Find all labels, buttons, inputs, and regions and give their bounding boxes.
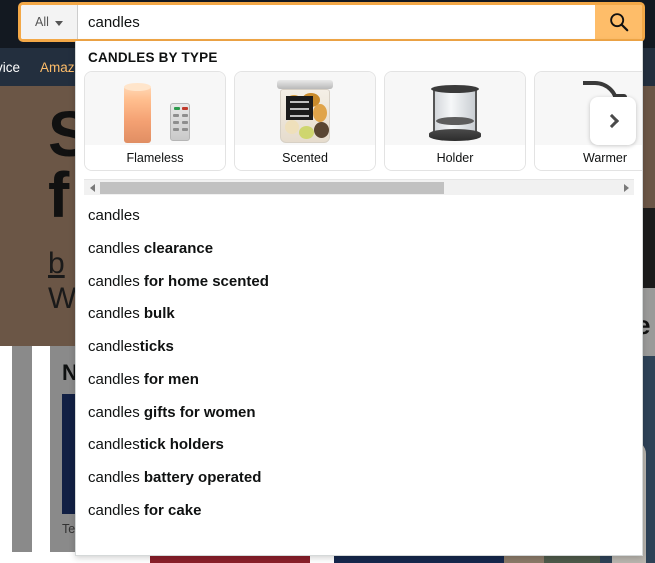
suggestions-section-heading: CANDLES BY TYPE — [88, 50, 218, 65]
suggestion-completion: clearance — [143, 239, 214, 257]
suggestion-prefix: candles — [88, 501, 144, 519]
suggestion-item-5[interactable]: candles for men — [76, 364, 642, 397]
suggestion-prefix: candles — [88, 207, 140, 224]
type-carousel-wrapper: Flameless Scented Holder Warmer — [76, 71, 642, 171]
suggestion-item-6[interactable]: candles gifts for women — [76, 397, 642, 430]
suggestion-item-0[interactable]: candles — [76, 200, 642, 233]
suggestion-completion: tick holders — [139, 436, 224, 454]
suggestion-prefix: candles — [88, 239, 144, 257]
triangle-left-icon[interactable] — [84, 180, 100, 196]
hero-subheading: bW — [48, 246, 76, 317]
search-bar: All — [18, 2, 645, 42]
suggestion-prefix: candles — [88, 436, 140, 454]
background-card-1[interactable] — [12, 346, 32, 563]
suggestion-completion: gifts for women — [143, 403, 256, 421]
scrollbar-track[interactable] — [100, 180, 618, 196]
hero-sub-line1: b — [48, 247, 65, 280]
triangle-right-icon[interactable] — [618, 180, 634, 196]
type-card-label: Warmer — [535, 145, 642, 170]
type-card-label: Scented — [235, 145, 375, 170]
suggestion-completion: for men — [143, 370, 199, 388]
type-carousel: Flameless Scented Holder Warmer — [84, 71, 642, 171]
search-category-dropdown[interactable]: All — [21, 5, 78, 39]
suggestion-completion: bulk — [143, 305, 175, 323]
chevron-right-icon — [604, 113, 619, 129]
scrollbar-thumb[interactable] — [100, 181, 445, 194]
flameless-candle-icon — [85, 72, 225, 145]
suggestion-item-3[interactable]: candles bulk — [76, 298, 642, 331]
type-card-label: Flameless — [85, 145, 225, 170]
suggestion-item-8[interactable]: candles battery operated — [76, 462, 642, 495]
suggestion-completion: for cake — [143, 501, 202, 519]
suggestion-prefix: candles — [88, 305, 144, 323]
suggestion-item-4[interactable]: candlesticks — [76, 331, 642, 364]
type-card-label: Holder — [385, 145, 525, 170]
nav-item-customer-service[interactable]: vice — [0, 56, 30, 79]
hero-sub-line2: W — [48, 282, 77, 316]
type-card-flameless[interactable]: Flameless — [84, 71, 226, 171]
candle-holder-icon — [385, 72, 525, 145]
suggestion-list: candles candles clearance candles for ho… — [76, 195, 642, 528]
search-submit-button[interactable] — [595, 5, 642, 39]
suggestion-item-7[interactable]: candlestick holders — [76, 429, 642, 462]
carousel-scrollbar[interactable] — [84, 179, 634, 195]
suggestion-completion: for home scented — [143, 272, 269, 290]
scented-candle-icon — [235, 72, 375, 145]
search-category-label: All — [35, 15, 49, 29]
suggestion-prefix: candles — [88, 272, 144, 290]
suggestion-completion: ticks — [139, 338, 174, 355]
suggestion-item-2[interactable]: candles for home scented — [76, 266, 642, 299]
type-card-holder[interactable]: Holder — [384, 71, 526, 171]
background-card-link[interactable]: Te — [62, 522, 75, 536]
carousel-next-button[interactable] — [590, 97, 636, 145]
search-input[interactable] — [78, 5, 595, 39]
suggestion-prefix: candles — [88, 403, 144, 421]
suggestion-completion: battery operated — [143, 469, 262, 486]
suggestion-prefix: candles — [88, 338, 140, 355]
suggestion-item-9[interactable]: candles for cake — [76, 495, 642, 528]
type-card-scented[interactable]: Scented — [234, 71, 376, 171]
search-suggestions-flyout: CANDLES BY TYPE Flameless Scented Holder… — [75, 41, 643, 556]
screenshot-root: vice Amaz Sf bW N Te e CANDLES BY T — [0, 0, 655, 563]
suggestion-prefix: candles — [88, 469, 144, 486]
chevron-down-icon — [54, 20, 63, 26]
suggestion-item-1[interactable]: candles clearance — [76, 233, 642, 266]
search-icon — [609, 13, 628, 32]
suggestion-prefix: candles — [88, 370, 144, 388]
